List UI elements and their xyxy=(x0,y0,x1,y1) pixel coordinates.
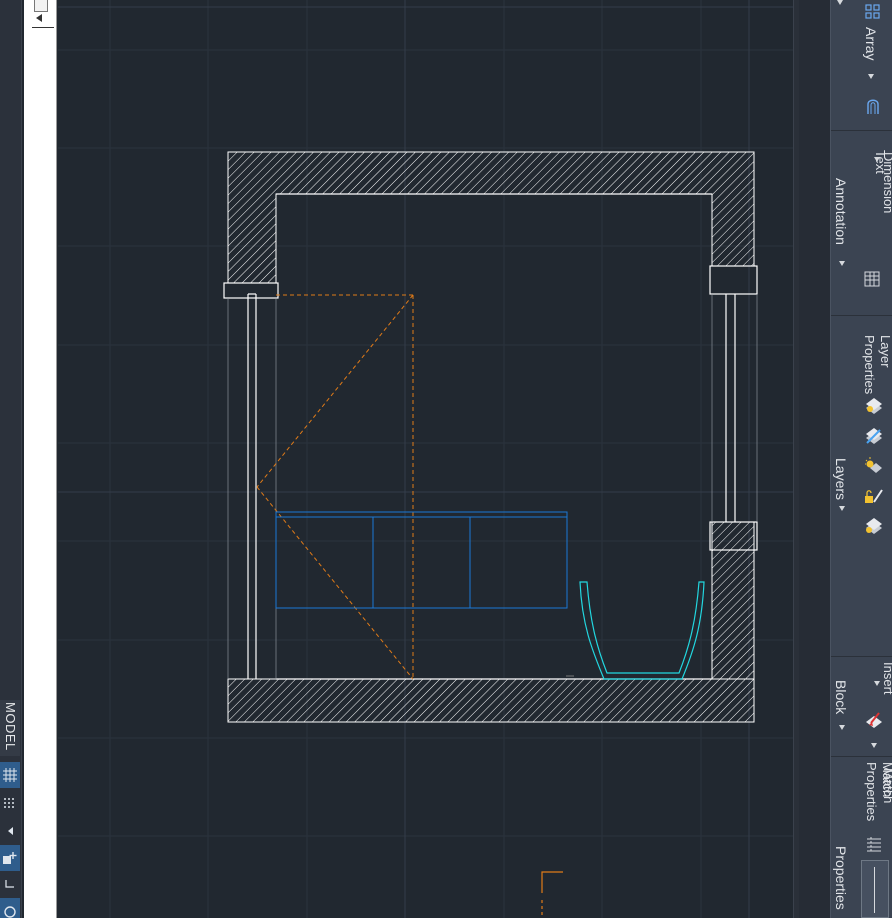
table-icon[interactable] xyxy=(864,270,880,288)
bathtub[interactable] xyxy=(579,581,705,680)
insert-dropdown-icon[interactable] xyxy=(874,681,880,686)
panel-separator xyxy=(831,756,892,757)
palette-divider xyxy=(32,27,54,28)
arrow-left-icon xyxy=(8,827,13,835)
annotation-panel-title: Annotation xyxy=(833,178,849,245)
panel-separator xyxy=(831,130,892,131)
layer-properties-icon[interactable] xyxy=(864,396,884,416)
layer-lock-icon[interactable] xyxy=(864,486,884,506)
layer-freeze-icon[interactable] xyxy=(864,456,884,476)
properties-palette-edge[interactable] xyxy=(24,0,57,918)
osnap-toggle-button[interactable] xyxy=(0,898,20,918)
door-swing-lower[interactable] xyxy=(541,871,563,918)
status-bar: MODEL xyxy=(0,0,22,918)
drawing-canvas[interactable] xyxy=(58,0,793,918)
layers-panel-title: Layers xyxy=(833,458,849,501)
ortho-toggle-button[interactable] xyxy=(0,845,20,871)
insert-options-icon[interactable] xyxy=(871,743,877,748)
palette-collapse-box[interactable] xyxy=(34,0,48,12)
left-window[interactable] xyxy=(223,282,279,679)
grid-icon xyxy=(3,768,17,782)
corner-icon xyxy=(5,880,14,888)
polar-toggle-button[interactable] xyxy=(0,872,20,898)
circle-icon xyxy=(4,906,16,918)
annotation-panel-expand-icon[interactable] xyxy=(839,261,845,266)
floor-plan-drawing[interactable] xyxy=(58,0,793,918)
properties-panel-title: Properties xyxy=(833,846,849,910)
door-swing[interactable] xyxy=(256,294,414,680)
layers-panel-expand-icon[interactable] xyxy=(839,506,845,511)
model-label: MODEL xyxy=(3,702,18,751)
canvas-major-grid xyxy=(58,0,793,918)
canvas-grid xyxy=(58,0,793,918)
dimension-label[interactable]: Dimension xyxy=(881,152,892,213)
snap-toggle-button[interactable] xyxy=(0,790,20,816)
panel-separator xyxy=(831,656,892,657)
array-dropdown-icon[interactable] xyxy=(868,74,874,79)
wall-bottom[interactable] xyxy=(227,678,755,723)
array-label[interactable]: Array xyxy=(863,27,879,60)
add-icon xyxy=(3,852,17,864)
lineweight-sample xyxy=(874,867,875,913)
block-panel-title: Block xyxy=(833,680,849,715)
snap-icon xyxy=(4,798,14,808)
lineweight-dropdown[interactable] xyxy=(861,860,889,918)
text-dropdown-icon[interactable] xyxy=(874,157,880,162)
array-icon[interactable] xyxy=(864,3,882,21)
grid-toggle-button[interactable] xyxy=(0,762,20,788)
viewport-right-margin xyxy=(799,0,830,918)
layer-properties-label[interactable]: Layer Properties xyxy=(861,335,892,394)
right-window[interactable] xyxy=(709,265,758,551)
panel-separator xyxy=(831,315,892,316)
match-properties-icon[interactable] xyxy=(865,836,883,854)
modify-panel-expand-icon[interactable] xyxy=(837,0,843,5)
fillet-icon[interactable] xyxy=(864,96,882,116)
block-panel-expand-icon[interactable] xyxy=(839,725,845,730)
layer-state-icon[interactable] xyxy=(864,426,884,446)
autocad-window: MODEL Array Text Dimension Annotation La… xyxy=(0,0,892,918)
wall-right-lower[interactable] xyxy=(711,521,755,680)
insert-label[interactable]: Insert xyxy=(881,662,892,695)
layer-match-icon[interactable] xyxy=(864,516,884,536)
model-tab[interactable]: MODEL xyxy=(0,700,20,756)
ribbon-home-tab: Array Text Dimension Annotation Layer Pr… xyxy=(830,0,892,918)
insert-block-icon[interactable] xyxy=(863,710,885,732)
palette-expand-arrow-icon[interactable] xyxy=(36,14,42,22)
match-properties-label[interactable]: Match Properties xyxy=(863,762,892,821)
counter-cabinet[interactable] xyxy=(275,511,568,609)
arrow-left-button[interactable] xyxy=(0,818,20,844)
